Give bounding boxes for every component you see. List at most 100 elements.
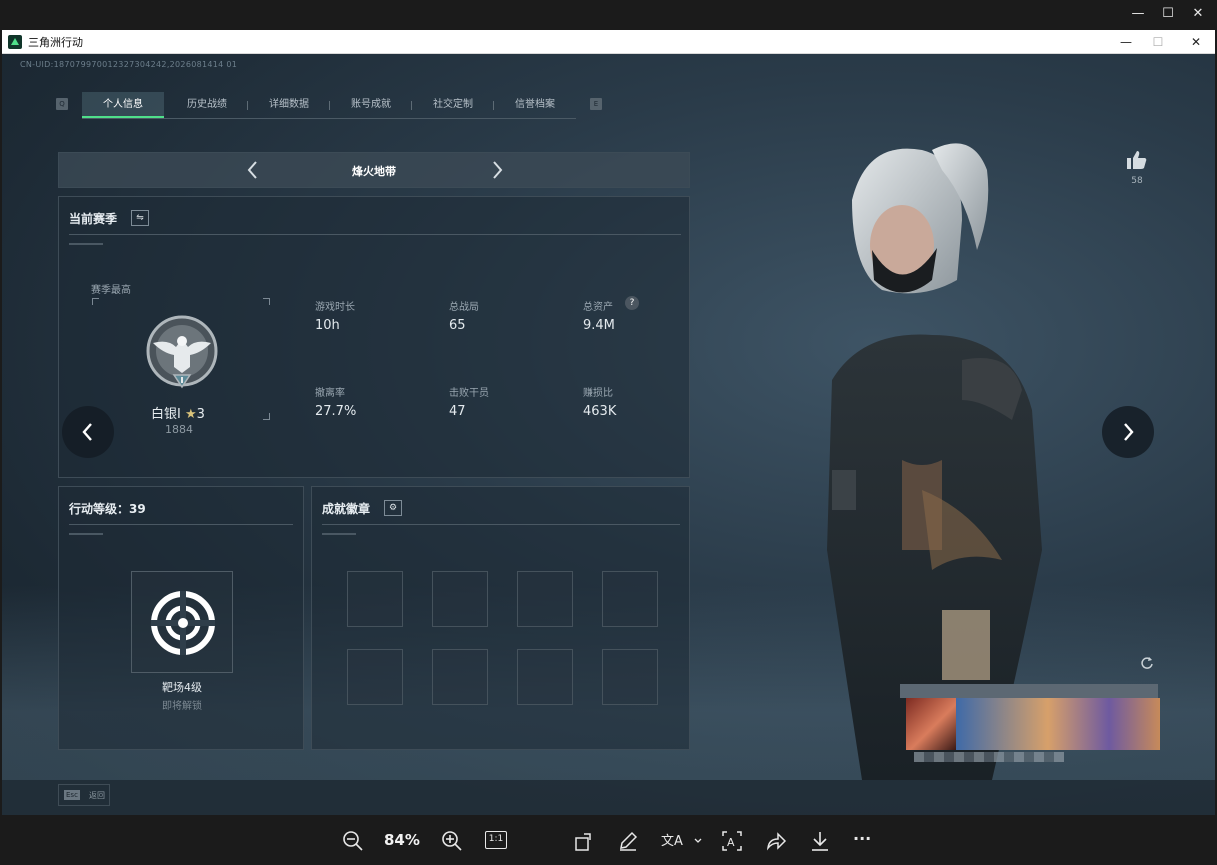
refresh-icon[interactable] (1140, 656, 1154, 670)
rank-star-count: 3 (196, 407, 205, 422)
app-minimize-button[interactable]: — (1117, 33, 1135, 51)
frame-corner (263, 298, 270, 305)
social-card-footer (914, 752, 1064, 762)
zoom-out-icon[interactable] (342, 830, 364, 852)
operator-character-image (827, 143, 1042, 780)
reward-name: 靶场4级 (162, 681, 202, 694)
zoom-in-icon[interactable] (441, 830, 463, 852)
badge-slot[interactable] (602, 571, 658, 627)
edit-pen-icon[interactable] (617, 830, 639, 852)
viewer-maximize-button[interactable]: ☐ (1157, 5, 1179, 23)
badge-slot[interactable] (517, 571, 573, 627)
app-title: 三角洲行动 (28, 36, 83, 49)
stat-value-operators-defeated: 47 (449, 404, 466, 419)
uid-text: CN-UID:18707997001232730424​2,2026081414… (20, 60, 238, 69)
badges-settings-icon[interactable]: ⚙ (384, 500, 402, 516)
game-screen: CN-UID:18707997001232730424​2,2026081414… (2, 54, 1215, 815)
mode-selector: 烽火地带 (58, 152, 690, 188)
stat-value-total-matches: 65 (449, 318, 466, 333)
zoom-level: 84% (384, 831, 420, 849)
esc-key-hint: Esc (64, 790, 80, 800)
badge-slot[interactable] (432, 571, 488, 627)
badge-slot[interactable] (347, 649, 403, 705)
tab-personal-info[interactable]: 个人信息 (82, 92, 164, 118)
viewer-toolbar: 84% 1:1 文A A ··· (0, 817, 1217, 865)
season-swap-icon[interactable]: ⇋ (131, 210, 149, 226)
viewer-minimize-button[interactable]: — (1127, 5, 1149, 23)
app-close-button[interactable]: ✕ (1187, 33, 1205, 51)
stat-label-profit-loss-ratio: 赚损比 (583, 388, 613, 399)
badges-title: 成就徽章 (322, 502, 371, 516)
tab-social-customize[interactable]: 社交定制 (412, 92, 494, 118)
action-level-reward-frame[interactable] (131, 571, 233, 673)
translate-icon[interactable]: 文A (660, 830, 704, 852)
target-icon (151, 591, 215, 655)
back-label: 返回 (89, 791, 105, 800)
action-level-panel: 行动等级：39 靶场4级 即将解锁 (58, 486, 304, 750)
tab-next-key-hint[interactable]: E (590, 98, 602, 110)
stat-label-total-assets: 总资产 (583, 302, 613, 313)
avatar[interactable] (906, 698, 956, 750)
panel-divider (322, 524, 680, 525)
bottom-strip (2, 780, 1215, 815)
stat-value-profit-loss-ratio: 463K (583, 404, 617, 419)
tab-prev-key-hint[interactable]: Q (56, 98, 68, 110)
like-count: 58 (1131, 176, 1143, 186)
actual-size-button[interactable]: 1:1 (485, 831, 507, 849)
rotate-icon[interactable] (573, 830, 595, 852)
rank-score: 1884 (165, 423, 193, 436)
tab-detailed-data[interactable]: 详细数据 (248, 92, 330, 118)
svg-text:A: A (727, 836, 735, 849)
download-icon[interactable] (809, 830, 831, 852)
thumbs-up-icon[interactable] (1126, 150, 1148, 170)
frame-corner (263, 413, 270, 420)
next-page-button[interactable] (1102, 406, 1154, 458)
app-logo-icon (8, 35, 22, 49)
mode-next-icon[interactable] (487, 159, 507, 181)
stat-label-total-matches: 总战局 (449, 302, 479, 313)
panel-divider (69, 524, 293, 525)
more-options-button[interactable]: ··· (853, 829, 871, 848)
rank-name: 白银I ★3 (151, 403, 205, 422)
season-title: 当前赛季 (69, 212, 118, 226)
badge-slot[interactable] (602, 649, 658, 705)
tab-account-achievements[interactable]: 账号成就 (330, 92, 412, 118)
chevron-right-icon (1124, 423, 1134, 441)
viewer-close-button[interactable]: ✕ (1187, 5, 1209, 23)
stat-label-extract-rate: 撤离率 (315, 388, 345, 399)
tab-credit-record[interactable]: 信誉档案 (494, 92, 576, 118)
current-season-panel: 当前赛季 ⇋ 赛季最高 白银I ★3 1884 游戏时长 10h 总战局 65 … (58, 196, 690, 478)
chevron-left-icon (82, 423, 92, 441)
frame-corner (92, 298, 99, 305)
rank-silver-eagle-icon (146, 315, 218, 389)
stat-value-total-assets: 9.4M (583, 318, 615, 333)
photo-viewer: — ☐ ✕ 三角洲行动 — ☐ ✕ CN-UID:187079970012327… (0, 0, 1217, 865)
prev-page-button[interactable] (62, 406, 114, 458)
panel-decor-line (322, 533, 356, 535)
panel-decor-line (69, 243, 103, 245)
stat-value-play-time: 10h (315, 318, 340, 333)
panel-divider (69, 234, 681, 235)
panel-decor-line (69, 533, 103, 535)
badge-slot[interactable] (347, 571, 403, 627)
stat-label-operators-defeated: 击败干员 (449, 388, 489, 399)
banner-image[interactable] (956, 698, 1160, 750)
tab-underline (82, 118, 576, 119)
back-button[interactable]: Esc 返回 (58, 784, 110, 806)
badge-slot[interactable] (517, 649, 573, 705)
screenshot-image: 三角洲行动 — ☐ ✕ (2, 30, 1215, 815)
rank-tier-text: 白银I (151, 407, 181, 422)
assets-help-icon[interactable]: ? (625, 296, 639, 310)
badge-slot[interactable] (432, 649, 488, 705)
social-card-header (900, 684, 1158, 698)
viewer-titlebar: — ☐ ✕ (0, 0, 1217, 28)
mode-title: 烽火地带 (352, 165, 396, 178)
reward-status: 即将解锁 (162, 701, 202, 712)
share-icon[interactable] (765, 830, 787, 852)
text-recognition-icon[interactable]: A (721, 830, 743, 852)
rank-star-icon: ★ (184, 407, 197, 422)
achievement-badges-panel: 成就徽章 ⚙ (311, 486, 690, 750)
tab-match-history[interactable]: 历史战绩 (166, 92, 248, 118)
app-titlebar: 三角洲行动 — ☐ ✕ (2, 30, 1215, 54)
app-maximize-button[interactable]: ☐ (1149, 33, 1167, 51)
